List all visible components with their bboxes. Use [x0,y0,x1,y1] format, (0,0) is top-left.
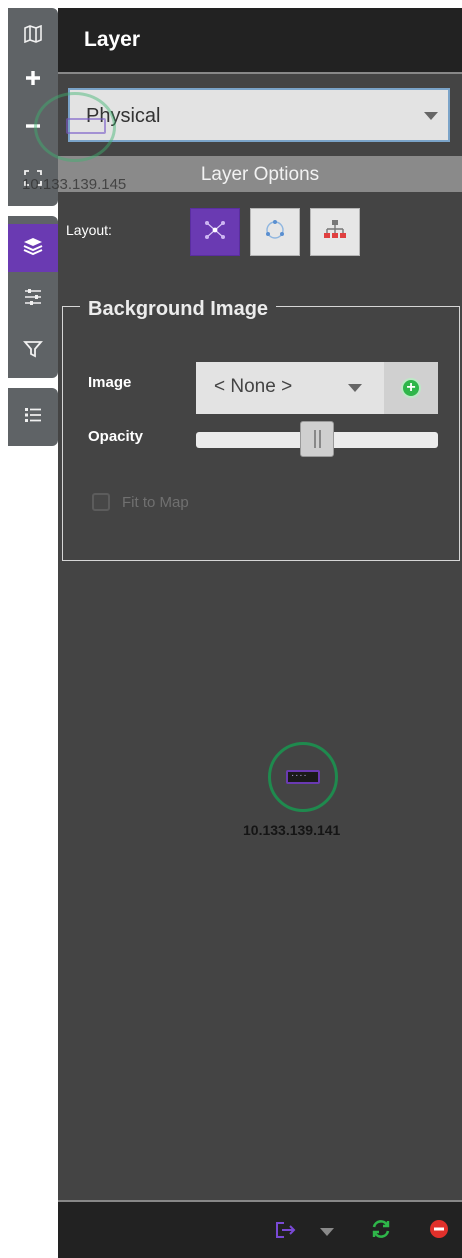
panel-footer [58,1202,462,1258]
add-image-button[interactable]: + [384,362,438,414]
network-node[interactable] [268,742,338,812]
map-icon [23,24,43,48]
layer-panel: Layer Physical Layer Options Layout: Bac… [58,8,462,1258]
header-divider [58,72,462,74]
node-label: 10.133.139.141 [243,822,341,838]
layout-circular-button[interactable] [250,208,300,256]
image-label: Image [88,374,132,391]
scatter-layout-icon [202,217,228,248]
panel-title: Layer [84,28,141,51]
layout-force-button[interactable] [190,208,240,256]
zoom-in-icon [24,69,42,92]
chevron-down-icon [348,384,362,392]
switch-device-icon [286,770,320,784]
layout-label: Layout: [66,222,112,238]
ghost-switch-device-icon [66,118,106,134]
opacity-label: Opacity [88,428,144,445]
panel-toolbar [8,216,58,378]
map-view-button[interactable] [8,16,58,56]
image-select[interactable]: < None > [196,362,384,414]
settings-sliders-button[interactable] [8,276,58,322]
layout-hierarchical-button[interactable] [310,208,360,256]
fit-to-map-checkbox[interactable] [92,493,110,511]
stop-icon[interactable] [428,1218,450,1245]
add-circle-icon: + [401,378,421,398]
hierarchy-layout-icon [322,217,348,248]
circular-layout-icon [262,217,288,248]
list-toolbar [8,388,58,446]
filter-button[interactable] [8,328,58,374]
refresh-icon[interactable] [370,1218,392,1245]
filter-icon [23,339,43,364]
export-menu-chevron-icon[interactable] [320,1228,334,1236]
fit-to-map-label: Fit to Map [122,494,189,511]
panel-header: Layer [58,8,462,72]
layer-select[interactable]: Physical [68,88,450,142]
list-icon [23,406,43,429]
opacity-slider-thumb[interactable] [300,421,334,457]
image-select-value: < None > [214,376,293,397]
layers-button[interactable] [8,224,58,272]
background-image-legend: Background Image [80,298,277,321]
sliders-icon [23,287,43,312]
export-icon[interactable] [274,1220,298,1245]
chevron-down-icon [424,112,438,120]
zoom-in-button[interactable] [8,58,58,102]
ghost-node-label: 10.133.139.145 [22,176,127,193]
layers-icon [22,236,44,261]
list-button[interactable] [8,394,58,440]
